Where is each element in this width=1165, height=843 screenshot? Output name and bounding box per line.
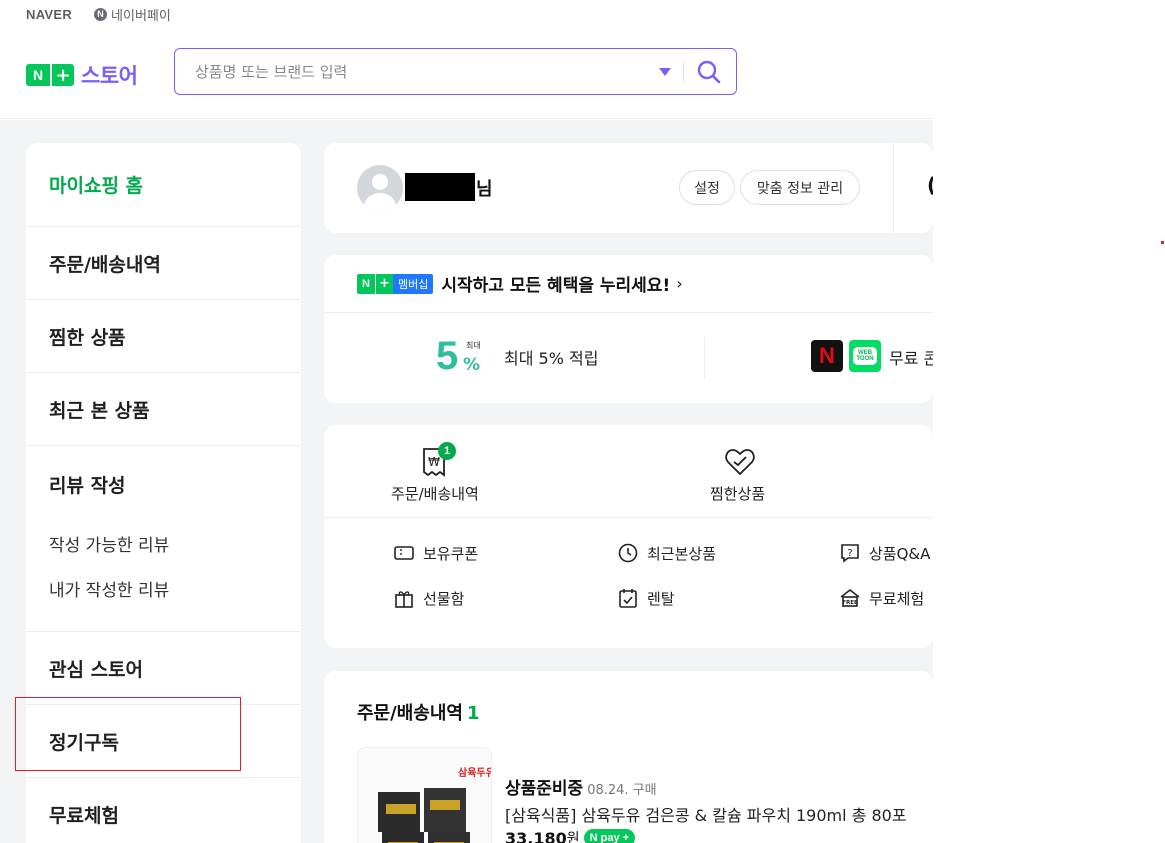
naver-plus-membership-badge: N + 멤버십 xyxy=(357,273,434,294)
search-input[interactable] xyxy=(175,49,657,94)
profile-card: 님 설정 맞춤 정보 관리 ( xyxy=(324,143,933,233)
netflix-icon: N xyxy=(811,340,843,372)
sidebar-review-group: 리뷰 작성 작성 가능한 리뷰 내가 작성한 리뷰 xyxy=(26,446,301,632)
order-price: 33,180 원 N pay + xyxy=(505,828,636,843)
webtoon-icon: WEB TOON xyxy=(849,340,881,372)
menu-trial[interactable]: FREE 무료체험 xyxy=(839,587,924,609)
orders-count-badge: 1 xyxy=(438,442,456,460)
menu-rental[interactable]: 렌탈 xyxy=(617,587,675,609)
membership-banner[interactable]: N + 멤버십 시작하고 모든 혜택을 누리세요! › xyxy=(324,255,933,313)
redacted-username xyxy=(405,173,475,201)
sidebar-item-home[interactable]: 마이쇼핑 홈 xyxy=(26,143,301,227)
order-date: 08.24. 구매 xyxy=(587,783,657,798)
svg-text:₩: ₩ xyxy=(428,455,440,469)
username-suffix: 님 xyxy=(476,179,493,200)
calendar-check-icon xyxy=(619,589,637,608)
highlight-box xyxy=(15,697,241,771)
quick-wish-label[interactable]: 찜한상품 xyxy=(710,483,765,504)
menu-qna[interactable]: ? 상품Q&A xyxy=(839,542,930,564)
menu-divider xyxy=(324,517,933,518)
top-brand-bar: NAVER N 네이버페이 xyxy=(26,4,171,24)
menu-gift[interactable]: 선물함 xyxy=(393,587,464,609)
heart-check-icon[interactable] xyxy=(723,445,757,479)
naver-pay-icon: N xyxy=(94,7,108,21)
clipped-text: ( xyxy=(927,173,933,197)
manage-info-button[interactable]: 맞춤 정보 관리 xyxy=(740,170,860,205)
svg-text:?: ? xyxy=(847,548,852,559)
svg-text:FREE: FREE xyxy=(842,600,858,606)
gift-icon xyxy=(395,591,413,608)
clock-icon xyxy=(618,543,638,563)
naver-plus-logo-icon: N + xyxy=(26,64,74,86)
quick-orders-label[interactable]: 주문/배송내역 xyxy=(391,483,479,504)
sidebar-item-recent[interactable]: 최근 본 상품 xyxy=(26,373,301,446)
sidebar-item-orders[interactable]: 주문/배송내역 xyxy=(26,227,301,300)
caret-down-icon[interactable] xyxy=(657,64,673,80)
soymilk-box-image: 삼육두유 xyxy=(358,748,492,843)
sidebar-item-review[interactable]: 리뷰 작성 xyxy=(26,448,301,521)
coupon-icon xyxy=(394,546,414,560)
benefit-free-content: 무료 콘 xyxy=(889,349,933,368)
naver-pay-plus-badge: N pay + xyxy=(583,829,636,843)
orders-card: 주문/배송내역 1 삼육두유 상품준비중 08.24. 구매 [삼육식품] 삼육두유… xyxy=(324,671,933,843)
five-percent-icon: 5 최대 % xyxy=(436,334,481,378)
svg-text:삼육두유: 삼육두유 xyxy=(458,766,492,779)
benefit-divider xyxy=(704,337,705,379)
membership-card: N + 멤버십 시작하고 모든 혜택을 누리세요! › 5 최대 % 최대 5% … xyxy=(324,255,933,403)
search-icon[interactable] xyxy=(696,59,722,85)
sidebar-item-trial[interactable]: 무료체험 xyxy=(26,778,301,843)
profile-divider xyxy=(893,143,894,233)
red-dot-marker xyxy=(1161,241,1164,244)
benefit-points: 최대 5% 적립 xyxy=(504,349,599,368)
membership-title: 시작하고 모든 혜택을 누리세요! xyxy=(441,276,671,296)
store-title: 스토어 xyxy=(81,64,138,88)
product-thumbnail[interactable]: 삼육두유 xyxy=(357,747,492,843)
search-box xyxy=(174,48,737,95)
sidebar-item-stores[interactable]: 관심 스토어 xyxy=(26,632,301,705)
free-house-icon: FREE xyxy=(840,588,860,607)
header: N + 스토어 xyxy=(0,30,933,119)
question-bubble-icon: ? xyxy=(841,544,859,563)
sidebar-subitem-writable-reviews[interactable]: 작성 가능한 리뷰 xyxy=(26,521,301,566)
quick-menu-card: ₩ 1 주문/배송내역 찜한상품 보유쿠폰 최근본상품 ? 상품Q&A 선물함 … xyxy=(324,425,933,648)
settings-button[interactable]: 설정 xyxy=(679,170,735,205)
order-product-name[interactable]: [삼육식품] 삼육두유 검은콩 & 칼슘 파우치 190ml 총 80포 xyxy=(505,802,907,826)
sidebar-item-wishlist[interactable]: 찜한 상품 xyxy=(26,300,301,373)
naver-logo[interactable]: NAVER xyxy=(26,7,72,22)
menu-recent[interactable]: 최근본상품 xyxy=(617,542,716,564)
menu-coupon[interactable]: 보유쿠폰 xyxy=(393,542,478,564)
naver-pay-link[interactable]: N 네이버페이 xyxy=(94,5,171,24)
chevron-right-icon: › xyxy=(676,274,683,293)
avatar[interactable] xyxy=(357,165,403,211)
naver-pay-label: 네이버페이 xyxy=(111,8,171,24)
search-divider xyxy=(683,62,684,81)
order-status: 상품준비중 08.24. 구매 xyxy=(505,779,657,799)
orders-section-title[interactable]: 주문/배송내역 1 xyxy=(357,699,479,725)
sidebar-subitem-my-reviews[interactable]: 내가 작성한 리뷰 xyxy=(26,566,301,611)
naver-plus-store-logo[interactable]: N + 스토어 xyxy=(26,60,138,90)
